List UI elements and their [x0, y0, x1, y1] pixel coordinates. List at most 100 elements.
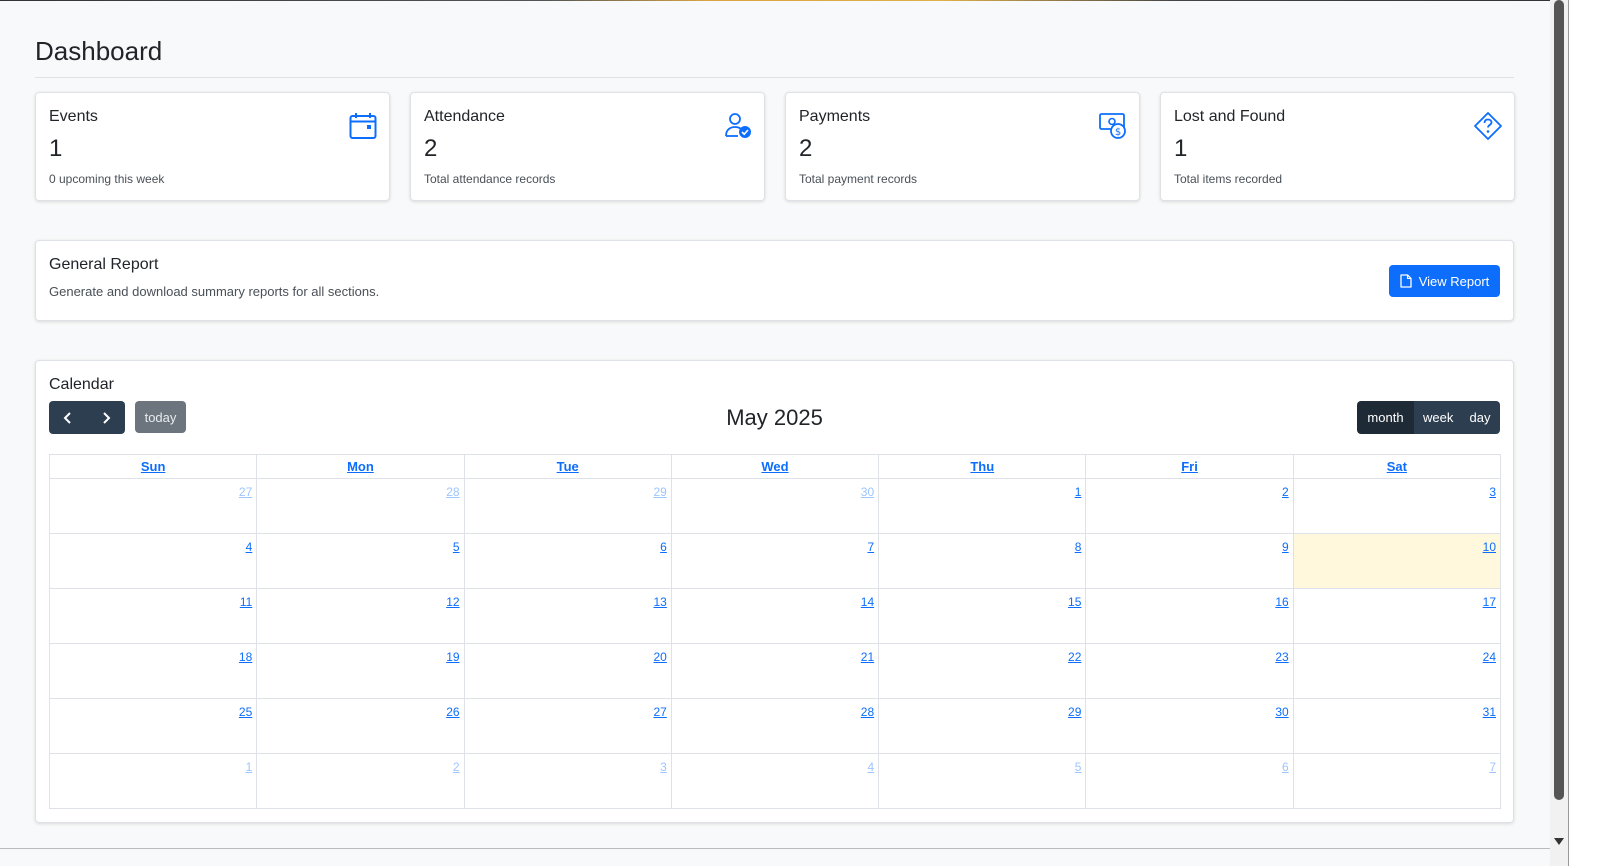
day-number[interactable]: 30: [1275, 705, 1288, 719]
day-number[interactable]: 13: [653, 595, 666, 609]
day-cell[interactable]: 28: [256, 478, 465, 534]
day-number[interactable]: 21: [861, 650, 874, 664]
day-number[interactable]: 23: [1275, 650, 1288, 664]
scroll-down-arrow-icon[interactable]: [1554, 838, 1564, 845]
vertical-scrollbar[interactable]: [1550, 0, 1568, 866]
day-number[interactable]: 9: [1282, 540, 1289, 554]
day-number[interactable]: 31: [1483, 705, 1496, 719]
day-number[interactable]: 5: [453, 540, 460, 554]
day-cell[interactable]: 18: [48, 643, 258, 699]
day-view-button[interactable]: day: [1460, 401, 1500, 434]
day-cell[interactable]: 7: [1292, 753, 1502, 809]
day-number[interactable]: 4: [867, 760, 874, 774]
day-number[interactable]: 29: [1068, 705, 1081, 719]
day-number[interactable]: 3: [660, 760, 667, 774]
day-number[interactable]: 7: [867, 540, 874, 554]
day-number[interactable]: 8: [1075, 540, 1082, 554]
today-cell[interactable]: 10: [1292, 533, 1502, 589]
day-number[interactable]: 3: [1489, 485, 1496, 499]
day-number[interactable]: 28: [861, 705, 874, 719]
day-cell[interactable]: 4: [48, 533, 258, 589]
day-number[interactable]: 22: [1068, 650, 1081, 664]
view-report-button[interactable]: View Report: [1389, 265, 1500, 297]
day-number[interactable]: 11: [240, 595, 252, 609]
day-number[interactable]: 10: [1483, 540, 1496, 554]
day-cell[interactable]: 31: [1292, 698, 1502, 754]
day-cell[interactable]: 13: [463, 588, 672, 644]
day-cell[interactable]: 15: [878, 588, 1087, 644]
week-view-button[interactable]: week: [1414, 401, 1460, 434]
day-number[interactable]: 2: [1282, 485, 1289, 499]
day-cell[interactable]: 25: [48, 698, 258, 754]
month-view-button[interactable]: month: [1357, 401, 1414, 434]
weekday-header[interactable]: Sat: [1292, 454, 1502, 479]
day-cell[interactable]: 14: [670, 588, 880, 644]
day-number[interactable]: 25: [239, 705, 252, 719]
day-cell[interactable]: 11: [48, 588, 258, 644]
day-cell[interactable]: 19: [256, 643, 465, 699]
day-cell[interactable]: 9: [1085, 533, 1294, 589]
day-cell[interactable]: 20: [463, 643, 672, 699]
day-cell[interactable]: 7: [670, 533, 880, 589]
day-number[interactable]: 6: [660, 540, 667, 554]
day-cell[interactable]: 5: [878, 753, 1087, 809]
weekday-header[interactable]: Tue: [463, 454, 672, 479]
day-cell[interactable]: 1: [878, 478, 1087, 534]
day-number[interactable]: 29: [653, 485, 666, 499]
day-number[interactable]: 5: [1075, 760, 1082, 774]
day-cell[interactable]: 23: [1085, 643, 1294, 699]
day-number[interactable]: 28: [446, 485, 459, 499]
day-cell[interactable]: 27: [48, 478, 258, 534]
day-cell[interactable]: 24: [1292, 643, 1502, 699]
day-cell[interactable]: 21: [670, 643, 880, 699]
day-number[interactable]: 2: [453, 760, 460, 774]
day-cell[interactable]: 22: [878, 643, 1087, 699]
day-cell[interactable]: 5: [256, 533, 465, 589]
stat-label: Lost and Found: [1174, 108, 1286, 125]
scrollbar-thumb[interactable]: [1554, 0, 1564, 800]
day-number[interactable]: 4: [246, 540, 253, 554]
day-cell[interactable]: 27: [463, 698, 672, 754]
day-number[interactable]: 20: [653, 650, 666, 664]
day-cell[interactable]: 3: [463, 753, 672, 809]
day-number[interactable]: 15: [1068, 595, 1081, 609]
day-cell[interactable]: 26: [256, 698, 465, 754]
day-cell[interactable]: 6: [463, 533, 672, 589]
day-cell[interactable]: 30: [670, 478, 880, 534]
day-cell[interactable]: 29: [463, 478, 672, 534]
weekday-header[interactable]: Mon: [256, 454, 465, 479]
weekday-header[interactable]: Fri: [1085, 454, 1294, 479]
day-cell[interactable]: 4: [670, 753, 880, 809]
day-number[interactable]: 18: [239, 650, 252, 664]
day-number[interactable]: 1: [1075, 485, 1082, 499]
day-cell[interactable]: 2: [1085, 478, 1294, 534]
day-number[interactable]: 7: [1489, 760, 1496, 774]
weekday-header[interactable]: Thu: [878, 454, 1087, 479]
day-number[interactable]: 16: [1275, 595, 1288, 609]
day-cell[interactable]: 16: [1085, 588, 1294, 644]
day-cell[interactable]: 12: [256, 588, 465, 644]
day-number[interactable]: 12: [446, 595, 459, 609]
day-number[interactable]: 14: [861, 595, 874, 609]
day-cell[interactable]: 29: [878, 698, 1087, 754]
day-cell[interactable]: 28: [670, 698, 880, 754]
day-number[interactable]: 26: [446, 705, 459, 719]
day-number[interactable]: 6: [1282, 760, 1289, 774]
day-number[interactable]: 27: [653, 705, 666, 719]
day-number[interactable]: 30: [861, 485, 874, 499]
weekday-header[interactable]: Wed: [670, 454, 880, 479]
day-cell[interactable]: 1: [48, 753, 258, 809]
day-cell[interactable]: 30: [1085, 698, 1294, 754]
day-cell[interactable]: 8: [878, 533, 1087, 589]
day-number[interactable]: 24: [1483, 650, 1496, 664]
day-number[interactable]: 1: [246, 760, 253, 774]
weekday-header[interactable]: Sun: [48, 454, 258, 479]
day-cell[interactable]: 3: [1292, 478, 1502, 534]
day-cell[interactable]: 6: [1085, 753, 1294, 809]
day-number[interactable]: 27: [239, 485, 252, 499]
report-title: General Report: [49, 256, 159, 273]
day-cell[interactable]: 17: [1292, 588, 1502, 644]
day-number[interactable]: 17: [1483, 595, 1496, 609]
day-number[interactable]: 19: [446, 650, 459, 664]
day-cell[interactable]: 2: [256, 753, 465, 809]
